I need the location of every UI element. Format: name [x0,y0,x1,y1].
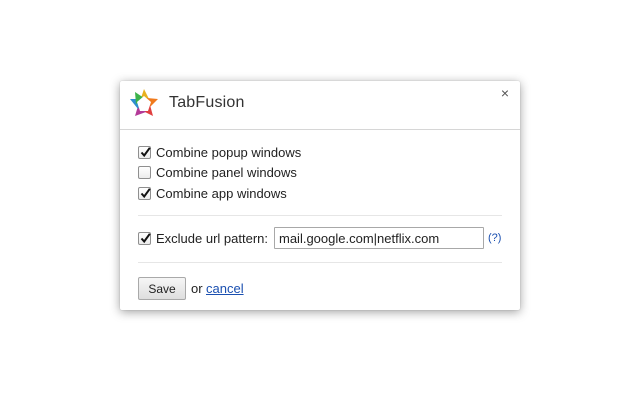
exclude-url-input[interactable] [274,227,484,249]
or-text: or [191,281,203,296]
option-label: Combine panel windows [156,164,297,180]
save-button[interactable]: Save [138,277,186,300]
checkbox-combine-app[interactable] [138,186,151,200]
dialog-header: TabFusion × [120,81,520,130]
checkbox-combine-popup[interactable] [138,145,151,159]
option-exclude-url[interactable]: Exclude url pattern: [138,229,268,247]
option-combine-popup[interactable]: Combine popup windows [138,143,301,161]
checkmark-icon [140,187,151,198]
checkmark-icon [140,232,151,243]
options-dialog: TabFusion × Combine popup windows Combin… [120,81,520,310]
option-combine-app[interactable]: Combine app windows [138,184,287,202]
option-combine-panel[interactable]: Combine panel windows [138,163,297,181]
checkbox-exclude-url[interactable] [138,231,151,245]
help-link[interactable]: (?) [488,232,501,244]
divider [138,262,502,263]
checkmark-icon [140,146,151,157]
close-icon[interactable]: × [498,86,512,100]
exclude-url-label: Exclude url pattern: [156,230,269,246]
dialog-title: TabFusion [169,94,245,111]
checkbox-combine-panel[interactable] [138,165,151,179]
option-label: Combine popup windows [156,144,302,160]
option-label: Combine app windows [156,185,287,201]
divider [138,215,502,216]
cancel-link[interactable]: cancel [206,281,244,296]
tabfusion-logo-icon [130,89,158,116]
